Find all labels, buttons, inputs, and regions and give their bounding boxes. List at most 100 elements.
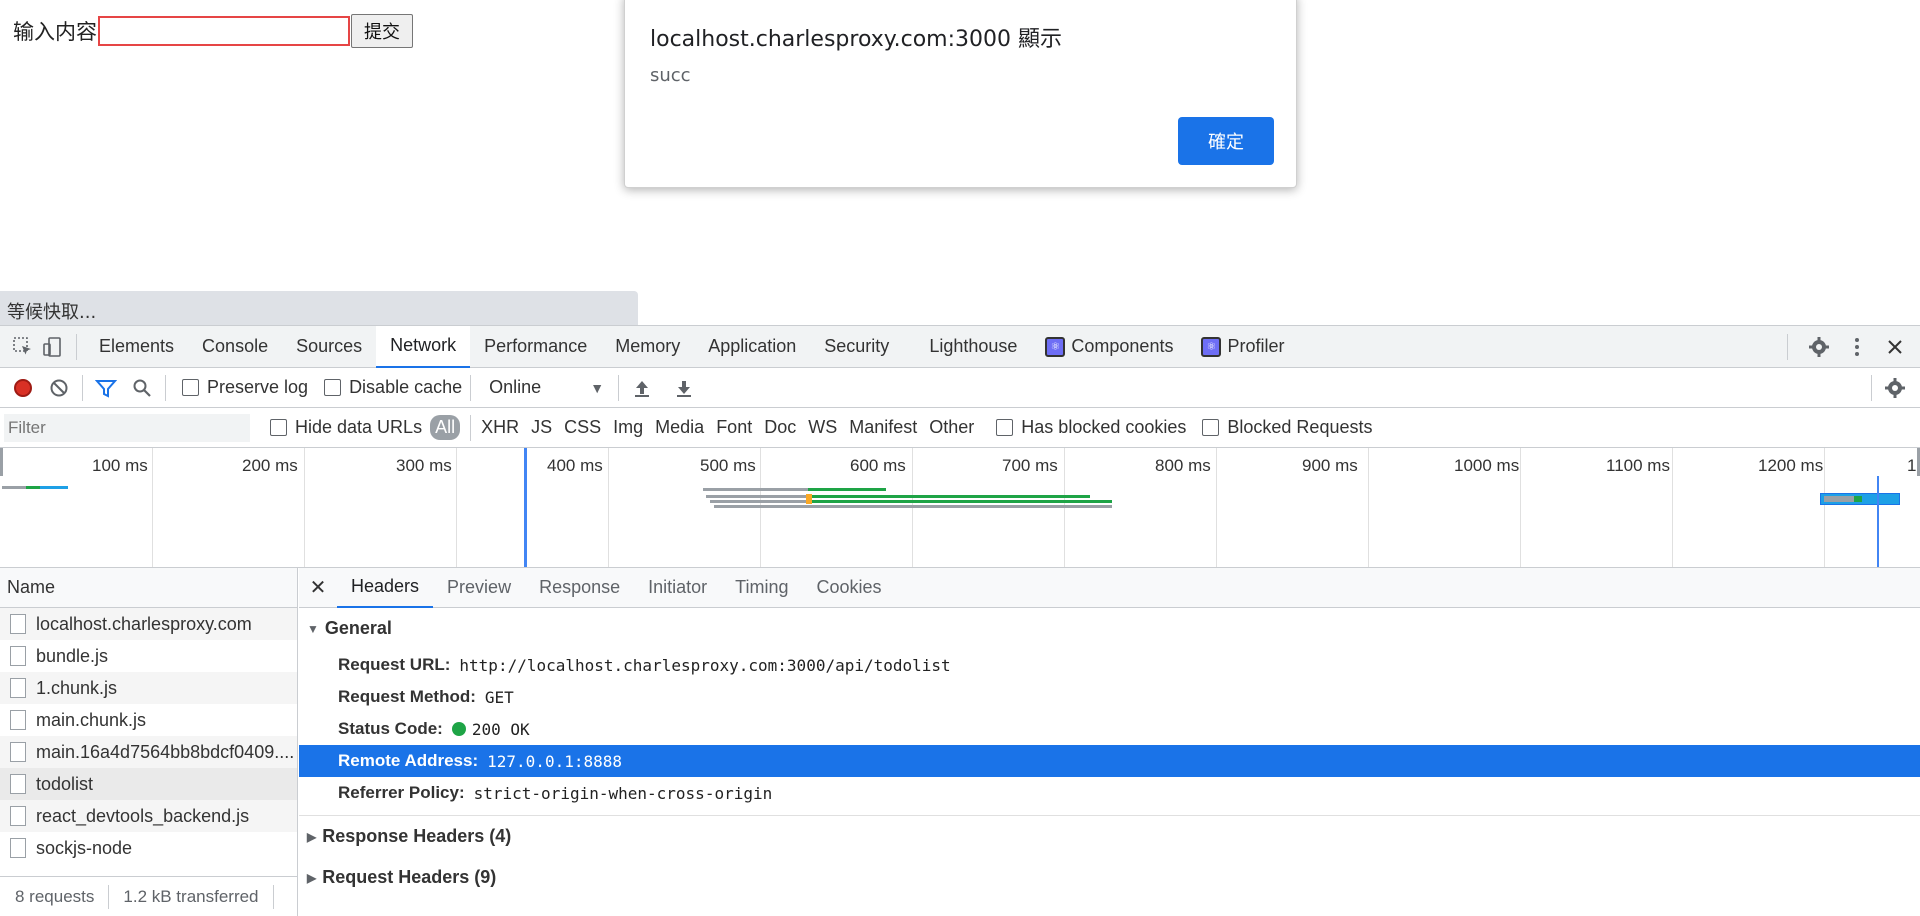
tab-application[interactable]: Application [694, 326, 810, 368]
general-section-header[interactable]: ▼ General [299, 608, 1920, 649]
request-row-selected[interactable]: todolist [0, 768, 297, 800]
blocked-requests-checkbox[interactable]: Blocked Requests [1202, 417, 1372, 438]
tab-lighthouse[interactable]: Lighthouse [915, 326, 1031, 368]
network-settings [1863, 373, 1910, 403]
triangle-right-icon: ▶ [307, 829, 317, 844]
request-row[interactable]: react_devtools_backend.js [0, 800, 297, 832]
dialog-ok-button[interactable]: 確定 [1178, 117, 1274, 165]
request-bar [806, 495, 1090, 498]
submit-button[interactable]: 提交 [351, 14, 413, 48]
tick-label: 900 ms [1302, 456, 1358, 475]
filter-type-media[interactable]: Media [655, 417, 704, 438]
detail-tab-cookies[interactable]: Cookies [803, 568, 896, 608]
search-icon[interactable] [127, 373, 157, 403]
tab-profiler-label: Profiler [1227, 336, 1285, 356]
filter-type-js[interactable]: JS [531, 417, 552, 438]
tab-elements[interactable]: Elements [85, 326, 188, 368]
header-key: Referrer Policy: [338, 783, 465, 802]
react-icon: ⚛ [1201, 336, 1222, 357]
inspect-element-icon[interactable] [8, 332, 38, 362]
tick-label: 1200 ms [1758, 456, 1824, 475]
input-form: 输入内容 提交 [13, 14, 413, 48]
checkbox-box [1202, 419, 1220, 436]
filter-type-all[interactable]: All [430, 415, 461, 440]
divider [165, 374, 166, 401]
file-icon [10, 678, 26, 698]
preserve-log-checkbox[interactable]: Preserve log [182, 377, 308, 398]
request-bar [710, 500, 810, 503]
checkbox-box [324, 379, 342, 396]
clear-icon[interactable] [44, 373, 74, 403]
detail-tab-headers[interactable]: Headers [337, 568, 434, 608]
filter-type-css[interactable]: CSS [564, 417, 601, 438]
divider [272, 884, 274, 909]
request-headers-section[interactable]: ▶ Request Headers (9) [299, 857, 1920, 898]
request-row[interactable]: 1.chunk.js [0, 672, 297, 704]
tab-security[interactable]: Security [810, 326, 903, 368]
network-overview-timeline[interactable]: 100 ms 200 ms 300 ms 400 ms 500 ms 600 m… [0, 448, 1920, 568]
alert-dialog: localhost.charlesproxy.com:3000 顯示 succ … [624, 0, 1297, 188]
triangle-right-icon: ▶ [307, 870, 317, 885]
request-row[interactable]: main.chunk.js [0, 704, 297, 736]
request-bar [1824, 496, 1854, 502]
filter-type-font[interactable]: Font [716, 417, 752, 438]
overview-handle[interactable] [0, 448, 3, 476]
detail-tab-response[interactable]: Response [525, 568, 634, 608]
content-input[interactable] [98, 16, 350, 46]
request-name: main.16a4d7564bb8bdcf0409.... [36, 741, 295, 762]
tab-memory[interactable]: Memory [601, 326, 694, 368]
grid-line [608, 448, 609, 567]
preserve-log-label: Preserve log [207, 377, 309, 397]
close-detail-icon[interactable]: ✕ [299, 575, 337, 600]
filter-type-xhr[interactable]: XHR [481, 417, 519, 438]
filter-type-img[interactable]: Img [613, 417, 643, 438]
tab-performance[interactable]: Performance [470, 326, 601, 368]
filter-type-doc[interactable]: Doc [764, 417, 796, 438]
request-row[interactable]: sockjs-node [0, 832, 297, 864]
tick-label: 500 ms [700, 456, 756, 475]
tab-console[interactable]: Console [188, 326, 282, 368]
tab-sources[interactable]: Sources [282, 326, 376, 368]
request-bar [1854, 496, 1862, 502]
tab-network[interactable]: Network [376, 325, 471, 368]
devtools-tabbar: Elements Console Sources Network Perform… [0, 325, 1920, 368]
name-column-header[interactable]: Name [0, 568, 297, 608]
filter-type-manifest[interactable]: Manifest [849, 417, 917, 438]
request-bar [26, 486, 40, 489]
file-icon [10, 614, 26, 634]
request-row[interactable]: localhost.charlesproxy.com [0, 608, 297, 640]
import-har-icon[interactable] [627, 373, 657, 403]
request-url-row: Request URL: http://localhost.charlesprox… [299, 649, 1920, 681]
disable-cache-checkbox[interactable]: Disable cache [324, 377, 462, 398]
tab-components[interactable]: ⚛ Components [1031, 326, 1187, 368]
filter-type-ws[interactable]: WS [808, 417, 837, 438]
more-options-icon[interactable] [1842, 332, 1872, 362]
tab-profiler[interactable]: ⚛ Profiler [1187, 326, 1298, 368]
header-key: Request URL: [338, 655, 451, 674]
response-headers-section[interactable]: ▶ Response Headers (4) [299, 816, 1920, 857]
filter-input[interactable] [4, 413, 250, 442]
request-row[interactable]: bundle.js [0, 640, 297, 672]
grid-line [1064, 448, 1065, 567]
header-value: GET [484, 687, 514, 707]
record-icon[interactable] [8, 373, 38, 403]
network-settings-gear-icon[interactable] [1880, 373, 1910, 403]
detail-tab-initiator[interactable]: Initiator [634, 568, 721, 608]
settings-gear-icon[interactable] [1804, 332, 1834, 362]
close-icon[interactable] [1880, 332, 1910, 362]
general-title: General [324, 618, 392, 638]
device-toggle-icon[interactable] [38, 332, 68, 362]
hide-data-urls-checkbox[interactable]: Hide data URLs [270, 417, 422, 438]
detail-tab-timing[interactable]: Timing [721, 568, 802, 608]
dialog-title: localhost.charlesproxy.com:3000 顯示 [650, 27, 1063, 52]
tick-label: 400 ms [547, 456, 603, 475]
export-har-icon[interactable] [669, 373, 699, 403]
has-blocked-cookies-checkbox[interactable]: Has blocked cookies [996, 417, 1186, 438]
filter-funnel-icon[interactable] [91, 373, 121, 403]
detail-tab-preview[interactable]: Preview [433, 568, 525, 608]
request-row[interactable]: main.16a4d7564bb8bdcf0409.... [0, 736, 297, 768]
throttling-select[interactable]: Online ▼ [489, 377, 604, 398]
tick-label: 1 [1907, 456, 1917, 475]
divider [470, 414, 472, 441]
filter-type-other[interactable]: Other [929, 417, 974, 438]
